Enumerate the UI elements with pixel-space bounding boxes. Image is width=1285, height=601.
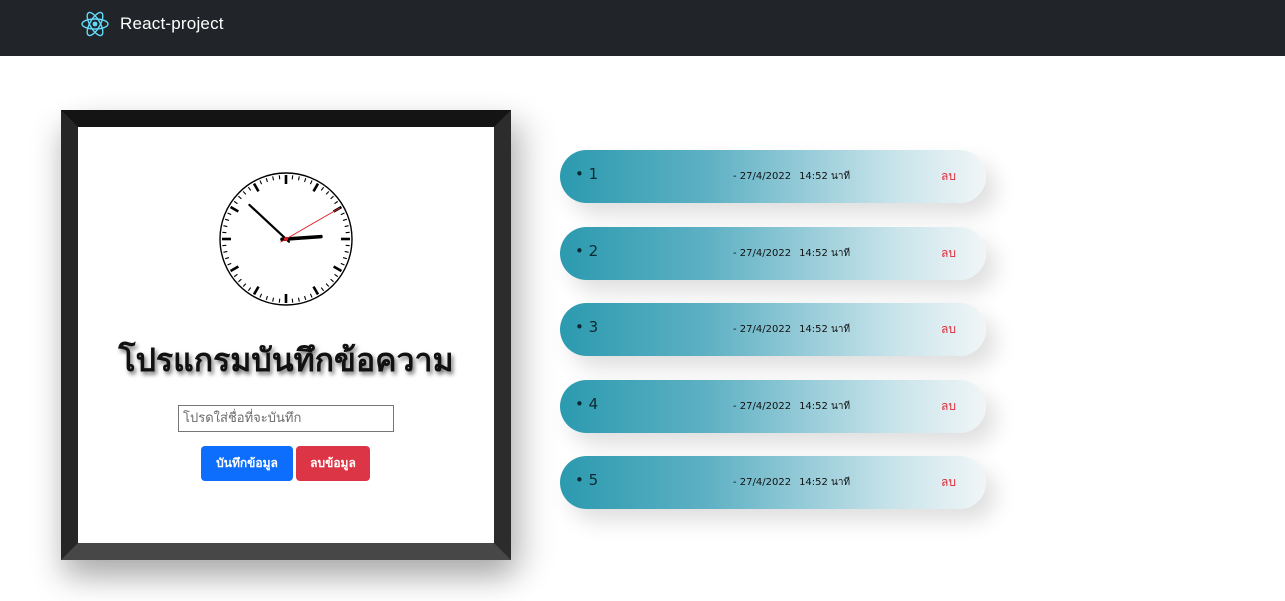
note-timestamp: - 27/4/2022 14:52 นาที <box>733 322 850 337</box>
top-navbar: React-project <box>0 0 1285 56</box>
note-timestamp: - 27/4/2022 14:52 นาที <box>733 399 850 414</box>
note-date: - 27/4/2022 <box>733 247 792 259</box>
note-item: • 5 - 27/4/2022 14:52 นาที ลบ <box>560 456 986 509</box>
note-timestamp: - 27/4/2022 14:52 นาที <box>733 475 850 490</box>
clear-button[interactable]: ลบข้อมูล <box>296 446 370 481</box>
note-name: • 3 <box>575 318 599 336</box>
delete-note-button[interactable]: ลบ <box>941 397 956 416</box>
note-timestamp: - 27/4/2022 14:52 นาที <box>733 246 850 261</box>
analog-clock <box>219 172 353 306</box>
note-date: - 27/4/2022 <box>733 324 792 335</box>
brand-text: React-project <box>120 14 224 33</box>
clock-center-pin <box>284 237 288 241</box>
note-time: 14:52 นาที <box>799 171 851 182</box>
note-name: • 4 <box>575 394 599 413</box>
note-name: • 2 <box>575 241 599 260</box>
note-name: • 1 <box>575 165 599 183</box>
note-program-card: โปรแกรมบันทึกข้อความ บันทึกข้อมูล ลบข้อม… <box>61 110 511 560</box>
note-item: • 1 - 27/4/2022 14:52 นาที ลบ <box>560 150 986 203</box>
note-time: 14:52 นาที <box>799 247 851 259</box>
note-time: 14:52 นาที <box>799 400 851 412</box>
note-name: • 5 <box>575 471 599 489</box>
note-date: - 27/4/2022 <box>733 400 792 412</box>
note-name-input[interactable] <box>178 405 394 432</box>
save-button[interactable]: บันทึกข้อมูล <box>201 446 293 481</box>
note-date: - 27/4/2022 <box>733 477 792 488</box>
note-item: • 4 - 27/4/2022 14:52 นาที ลบ <box>560 379 986 433</box>
delete-note-button[interactable]: ลบ <box>941 473 956 492</box>
navbar-brand[interactable]: React-project <box>80 8 224 40</box>
delete-note-button[interactable]: ลบ <box>941 244 956 263</box>
note-item: • 3 - 27/4/2022 14:52 นาที ลบ <box>560 303 986 356</box>
note-time: 14:52 นาที <box>799 477 851 488</box>
note-list: • 1 - 27/4/2022 14:52 นาที ลบ • 2 - 27/4/… <box>560 150 986 533</box>
note-date: - 27/4/2022 <box>733 171 792 182</box>
note-timestamp: - 27/4/2022 14:52 นาที <box>733 169 850 184</box>
page-title: โปรแกรมบันทึกข้อความ <box>118 341 454 379</box>
react-logo-icon <box>81 11 109 37</box>
note-time: 14:52 นาที <box>799 324 851 335</box>
delete-note-button[interactable]: ลบ <box>941 167 956 186</box>
delete-note-button[interactable]: ลบ <box>941 320 956 339</box>
note-item: • 2 - 27/4/2022 14:52 นาที ลบ <box>560 226 986 280</box>
